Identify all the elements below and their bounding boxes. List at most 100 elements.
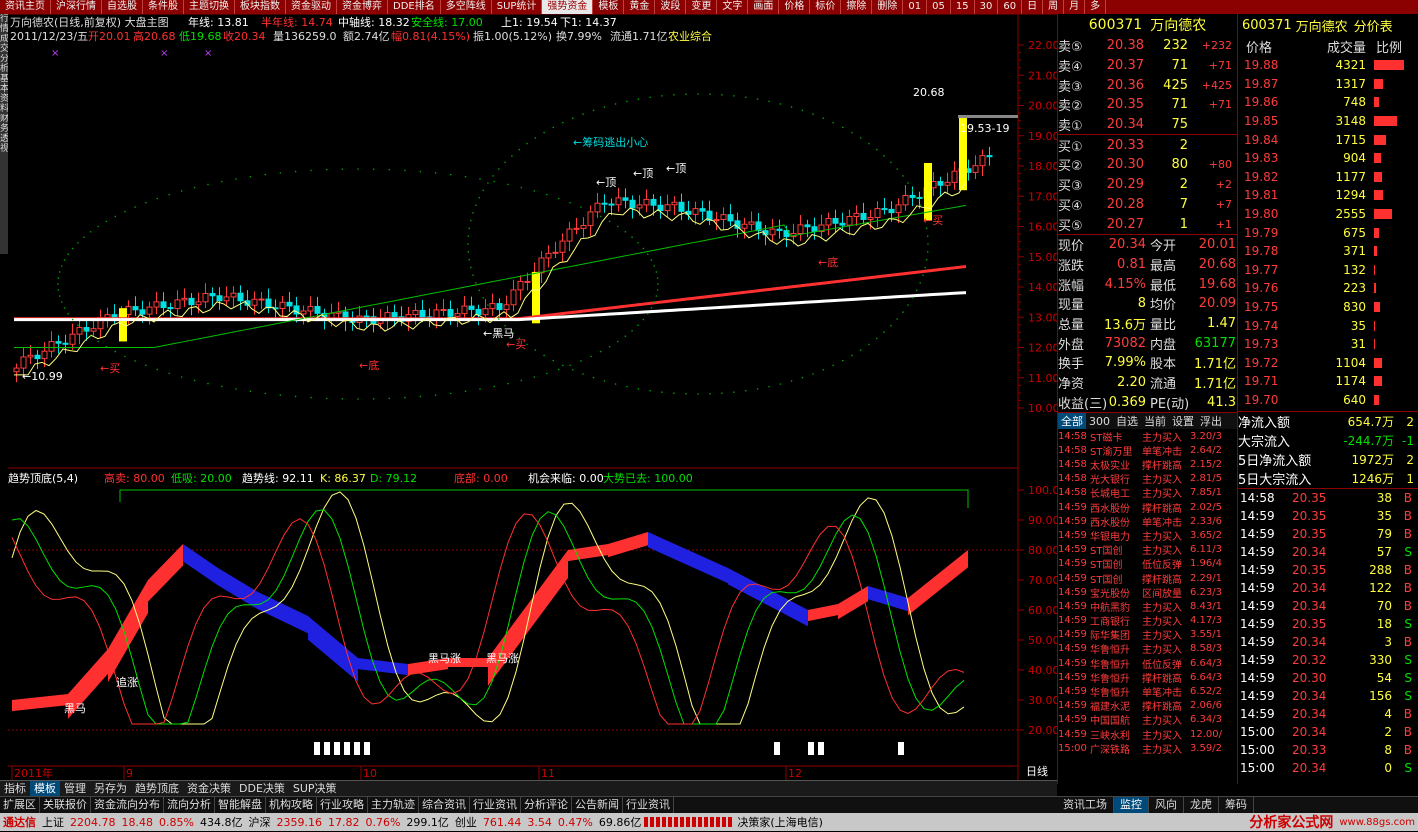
channel-dot — [875, 148, 878, 151]
candle-body — [902, 194, 909, 206]
toolbar-23[interactable]: 05 — [927, 0, 951, 14]
tick-time: 14:59 — [1240, 527, 1275, 542]
toolbar-20[interactable]: 擦除 — [841, 0, 873, 14]
toolbar-2[interactable]: 自选股 — [102, 0, 143, 14]
indicator-tab-6[interactable]: DDE决策 — [235, 781, 289, 796]
toolbar-12[interactable]: 模板 — [593, 0, 625, 14]
ext-tab-11[interactable]: 公告新闻 — [572, 797, 623, 813]
toolbar-27[interactable]: 日 — [1022, 0, 1044, 14]
toolbar-14[interactable]: 波段 — [655, 0, 687, 14]
right-tab-0[interactable]: 资讯工场 — [1057, 797, 1114, 813]
toolbar-0[interactable]: 资讯主页 — [0, 0, 51, 14]
depth-row-0: 19.88 4321 — [1238, 56, 1418, 75]
toolbar-25[interactable]: 30 — [975, 0, 999, 14]
candle-body — [979, 155, 986, 167]
ext-tab-3[interactable]: 流向分析 — [164, 797, 215, 813]
toolbar-21[interactable]: 删除 — [872, 0, 904, 14]
stock-chart[interactable]: 22.00 21.00 20.00 19.00 18.00 17.00 16.00 15.00… — [8, 14, 1057, 780]
channel-dot — [134, 360, 136, 362]
channel-dot — [812, 373, 814, 375]
ext-tab-9[interactable]: 行业资讯 — [470, 797, 521, 813]
ext-tab-5[interactable]: 机构攻略 — [266, 797, 317, 813]
indicator-tab-4[interactable]: 趋势顶底 — [131, 781, 183, 796]
toolbar-18[interactable]: 价格 — [779, 0, 811, 14]
tick-row-11: 14:59 20.34 156 S — [1238, 687, 1418, 705]
toolbar-5[interactable]: 板块指数 — [235, 0, 286, 14]
indicator-tab-5[interactable]: 资金决策 — [183, 781, 235, 796]
toolbar-13[interactable]: 黄金 — [624, 0, 656, 14]
toolbar-10[interactable]: SUP统计 — [492, 0, 543, 14]
depth-price: 19.79 — [1244, 225, 1279, 240]
toolbar-24[interactable]: 15 — [951, 0, 975, 14]
toolbar-15[interactable]: 变更 — [686, 0, 718, 14]
indicator-tab-1[interactable]: 模板 — [30, 781, 60, 796]
toolbar-30[interactable]: 多 — [1085, 0, 1107, 14]
channel-dot — [372, 398, 375, 400]
toolbar-16[interactable]: 文字 — [717, 0, 749, 14]
channel-dot — [235, 178, 237, 180]
channel-dot — [504, 161, 506, 164]
depth-ratio-bar — [1374, 264, 1375, 275]
right-tab-4[interactable]: 筹码 — [1219, 797, 1254, 813]
mini-tab-1[interactable]: 300 — [1086, 415, 1113, 428]
mini-tab-4[interactable]: 设置 — [1169, 413, 1197, 429]
toolbar-1[interactable]: 沪深行情 — [51, 0, 102, 14]
toolbar-29[interactable]: 月 — [1064, 0, 1086, 14]
toolbar-9[interactable]: 多空阵线 — [441, 0, 492, 14]
stat-value: 20.01 — [1198, 237, 1236, 253]
depth-ratio-bar — [1374, 227, 1379, 238]
toolbar-26[interactable]: 60 — [998, 0, 1023, 14]
ext-tab-8[interactable]: 综合资讯 — [419, 797, 470, 813]
buy-price: 20.30 — [1106, 157, 1144, 173]
toolbar-7[interactable]: 资金博弈 — [337, 0, 388, 14]
channel-dot — [657, 283, 659, 285]
mini-tab-3[interactable]: 当前 — [1141, 413, 1169, 429]
news-stock: 华鲁恒升 — [1090, 645, 1130, 657]
channel-dot — [709, 392, 711, 395]
indicator-tab-0[interactable]: 指标 — [0, 781, 30, 796]
toolbar-6[interactable]: 资金驱动 — [286, 0, 337, 14]
toolbar-11[interactable]: 强势资金 — [542, 0, 594, 14]
ext-tab-2[interactable]: 资金流向分布 — [91, 797, 164, 813]
left-tab-4[interactable]: 财务透视 — [0, 114, 8, 154]
depth-price: 19.71 — [1244, 374, 1279, 389]
ext-tab-0[interactable]: 扩展区 — [0, 797, 40, 813]
ext-tab-1[interactable]: 关联报价 — [40, 797, 91, 813]
toolbar-4[interactable]: 主题切换 — [184, 0, 235, 14]
trend-ribbon-seg — [688, 550, 728, 584]
right-tab-2[interactable]: 风向 — [1149, 797, 1184, 813]
candle-body — [468, 305, 475, 310]
indicator-tab-3[interactable]: 另存为 — [90, 781, 131, 796]
tick-volume: 2 — [1384, 725, 1392, 740]
right-tab-1[interactable]: 监控 — [1114, 797, 1149, 813]
mini-tab-0[interactable]: 全部 — [1058, 413, 1086, 430]
indicator-tab-7[interactable]: SUP决策 — [289, 781, 341, 796]
news-row-19: 14:59 福建水泥 撑杆跳高 2.06/6 — [1058, 699, 1237, 713]
left-tab-3[interactable]: 基本资料 — [0, 74, 8, 114]
news-stock: 华鲁恒升 — [1090, 673, 1130, 685]
toolbar-17[interactable]: 画面 — [748, 0, 780, 14]
left-tab-0[interactable]: 行情 — [0, 14, 8, 34]
mini-tab-2[interactable]: 自选 — [1113, 413, 1141, 429]
tick-side: B — [1403, 491, 1412, 506]
channel-dot — [653, 301, 656, 303]
toolbar-19[interactable]: 标价 — [810, 0, 842, 14]
toolbar-8[interactable]: DDE排名 — [388, 0, 441, 14]
tick-time: 15:00 — [1240, 761, 1275, 776]
channel-dot — [656, 289, 659, 291]
left-tab-2[interactable]: 分析 — [0, 54, 8, 74]
toolbar-28[interactable]: 周 — [1043, 0, 1065, 14]
left-tab-1[interactable]: 成交 — [0, 34, 8, 54]
right-tab-3[interactable]: 龙虎 — [1184, 797, 1219, 813]
indicator-tab-2[interactable]: 管理 — [60, 781, 90, 796]
ext-tab-10[interactable]: 分析评论 — [521, 797, 572, 813]
mini-tab-5[interactable]: 浮出 — [1197, 413, 1225, 429]
ext-tab-4[interactable]: 智能解盘 — [215, 797, 266, 813]
ext-tab-7[interactable]: 主力轨迹 — [368, 797, 419, 813]
ext-tab-6[interactable]: 行业攻略 — [317, 797, 368, 813]
ext-tab-12[interactable]: 行业资讯 — [623, 797, 674, 813]
tick-price: 20.35 — [1292, 491, 1327, 506]
news-time: 14:59 — [1058, 558, 1087, 570]
toolbar-3[interactable]: 条件股 — [143, 0, 184, 14]
toolbar-22[interactable]: 01 — [903, 0, 928, 14]
